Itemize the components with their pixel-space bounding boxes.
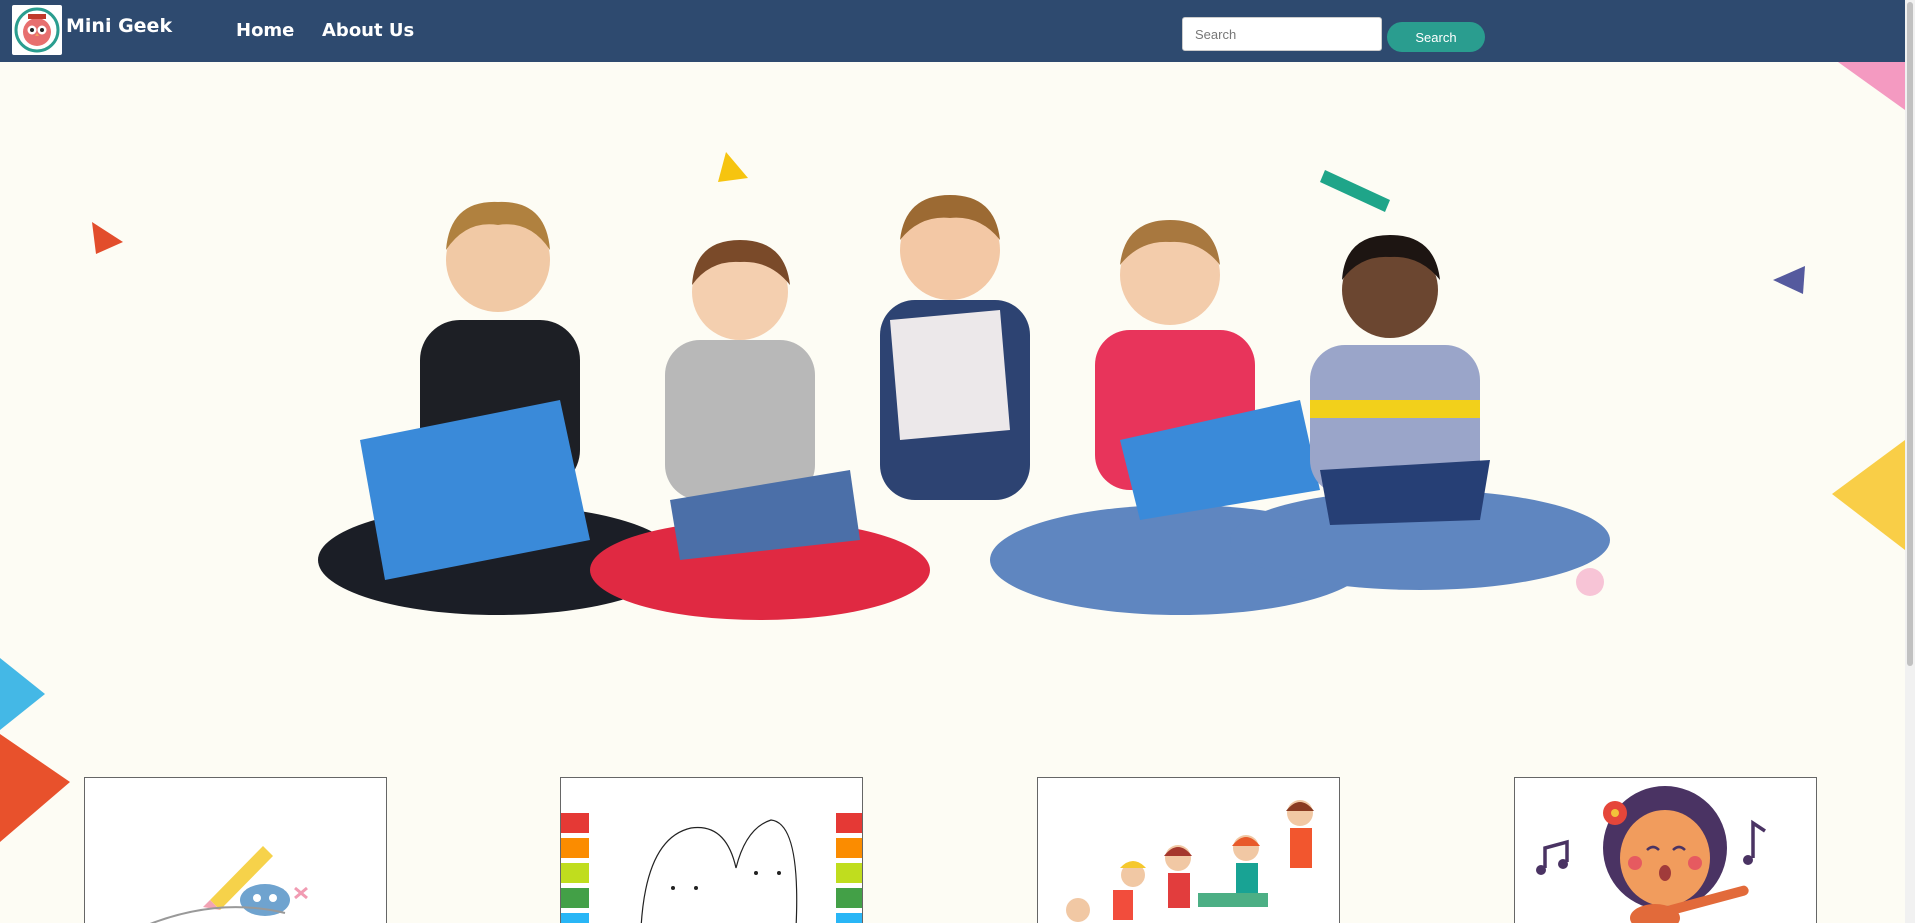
vertical-scrollbar[interactable]: [1905, 0, 1915, 923]
child-figure-3: [880, 195, 1030, 500]
child-figure-2: [590, 240, 930, 620]
yellow-large-triangle-shape: [1832, 440, 1905, 550]
navbar: Mini Geek Home About Us Search: [0, 0, 1905, 62]
blue-triangle-shape: [0, 658, 45, 730]
brand-name[interactable]: Mini Geek: [66, 15, 172, 37]
card-coloring[interactable]: [560, 777, 863, 923]
purple-triangle-shape: [1773, 266, 1805, 294]
pencil-drawing-icon: [149, 846, 308, 923]
card-drawing[interactable]: [84, 777, 387, 923]
red-triangle-shape: [92, 222, 123, 254]
card-kids[interactable]: [1037, 777, 1340, 923]
orange-triangle-shape: [0, 734, 70, 842]
hero-image: [318, 195, 1610, 620]
coloring-markers-icon: [561, 813, 862, 923]
nav-home[interactable]: Home: [236, 20, 294, 41]
yellow-triangle-shape: [718, 152, 748, 182]
scrollbar-thumb[interactable]: [1907, 2, 1913, 666]
nav-about-us[interactable]: About Us: [322, 20, 414, 41]
logo[interactable]: [12, 5, 62, 55]
pink-triangle-shape: [1838, 62, 1905, 110]
card-music[interactable]: [1514, 777, 1817, 923]
search-button[interactable]: Search: [1387, 22, 1485, 52]
owl-logo-icon: [14, 7, 60, 53]
girl-singing-icon: [1536, 786, 1766, 923]
search-input[interactable]: [1182, 17, 1382, 51]
kids-group-icon: [1066, 800, 1314, 922]
